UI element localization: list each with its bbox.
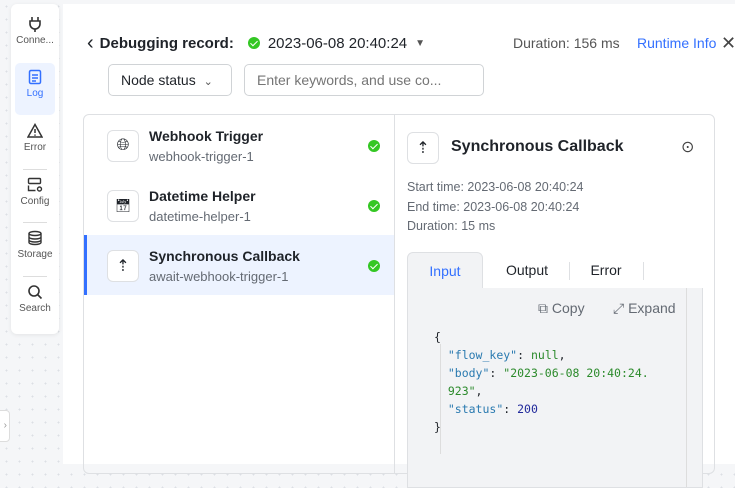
globe-icon: 🌐︎ bbox=[107, 130, 139, 162]
list-item[interactable]: 🌐︎ Webhook Trigger webhook-trigger-1 bbox=[84, 115, 394, 175]
detail-title: Synchronous Callback bbox=[451, 138, 624, 155]
json-content: { "flow_key": null, "body": "2023-06-08 … bbox=[434, 330, 649, 434]
node-duration: Duration: 15 ms bbox=[407, 219, 496, 233]
runtime-info-link[interactable]: Runtime Info bbox=[637, 35, 716, 51]
success-icon bbox=[368, 200, 380, 212]
start-time: Start time: 2023-06-08 20:40:24 bbox=[407, 180, 584, 194]
back-icon[interactable]: ‹ bbox=[87, 32, 94, 55]
locate-icon[interactable]: ⊙ bbox=[681, 137, 694, 157]
node-detail: ⇡ Synchronous Callback ⊙ Start time: 202… bbox=[407, 115, 714, 488]
list-item[interactable]: ⇡ Synchronous Callback await-webhook-trigg… bbox=[84, 235, 394, 295]
rail-search[interactable]: Search bbox=[15, 278, 55, 330]
rail-config[interactable]: Config bbox=[15, 171, 55, 223]
rail-connector[interactable]: Conne... bbox=[15, 10, 55, 62]
debug-panel: ‹ Debugging record: 2023-06-08 20:40:24 ▼… bbox=[63, 4, 735, 488]
end-time: End time: 2023-06-08 20:40:24 bbox=[407, 199, 580, 214]
search-input[interactable] bbox=[244, 64, 484, 96]
calendar-icon: 📅︎ bbox=[107, 190, 139, 222]
rail-log[interactable]: Log bbox=[15, 63, 55, 115]
chevron-down-icon: ⌄ bbox=[203, 76, 213, 88]
rail-storage[interactable]: Storage bbox=[15, 224, 55, 276]
log-icon bbox=[28, 69, 42, 85]
expand-panel-button[interactable]: › bbox=[0, 410, 10, 442]
caret-down-icon: ▼ bbox=[415, 37, 426, 49]
plug-icon bbox=[29, 17, 41, 32]
config-icon bbox=[27, 177, 43, 192]
record-selector[interactable]: 2023-06-08 20:40:24 ▼ bbox=[247, 35, 426, 52]
success-icon bbox=[247, 37, 260, 49]
page-title: Debugging record: bbox=[99, 34, 234, 52]
success-icon bbox=[368, 140, 380, 152]
warning-icon bbox=[27, 123, 43, 138]
tab-input[interactable]: Input bbox=[407, 252, 483, 288]
success-icon bbox=[368, 260, 380, 272]
callback-icon: ⇡ bbox=[107, 250, 139, 282]
rail-error[interactable]: Error bbox=[15, 117, 55, 169]
expand-button[interactable]: ⤢ Expand bbox=[613, 300, 676, 317]
tab-error[interactable]: Error bbox=[569, 252, 643, 288]
search-icon bbox=[28, 285, 43, 300]
list-item[interactable]: 📅︎ Datetime Helper datetime-helper-1 bbox=[84, 175, 394, 235]
tab-output[interactable]: Output bbox=[489, 252, 565, 288]
node-status-select[interactable]: Node status ⌄ bbox=[108, 64, 232, 96]
database-icon bbox=[28, 230, 42, 246]
callback-icon: ⇡ bbox=[407, 132, 439, 164]
close-icon[interactable]: ✕ bbox=[721, 33, 735, 54]
copy-button[interactable]: ⧉ Copy bbox=[538, 300, 585, 317]
json-viewer: ⧉ Copy ⤢ Expand { "flow_key": null, "bod… bbox=[407, 288, 703, 488]
duration: Duration: 156 ms bbox=[513, 35, 620, 51]
node-list: 🌐︎ Webhook Trigger webhook-trigger-1 📅︎ Dat… bbox=[84, 115, 395, 473]
side-rail: Conne... Log Error Config Storage Search bbox=[11, 4, 59, 334]
